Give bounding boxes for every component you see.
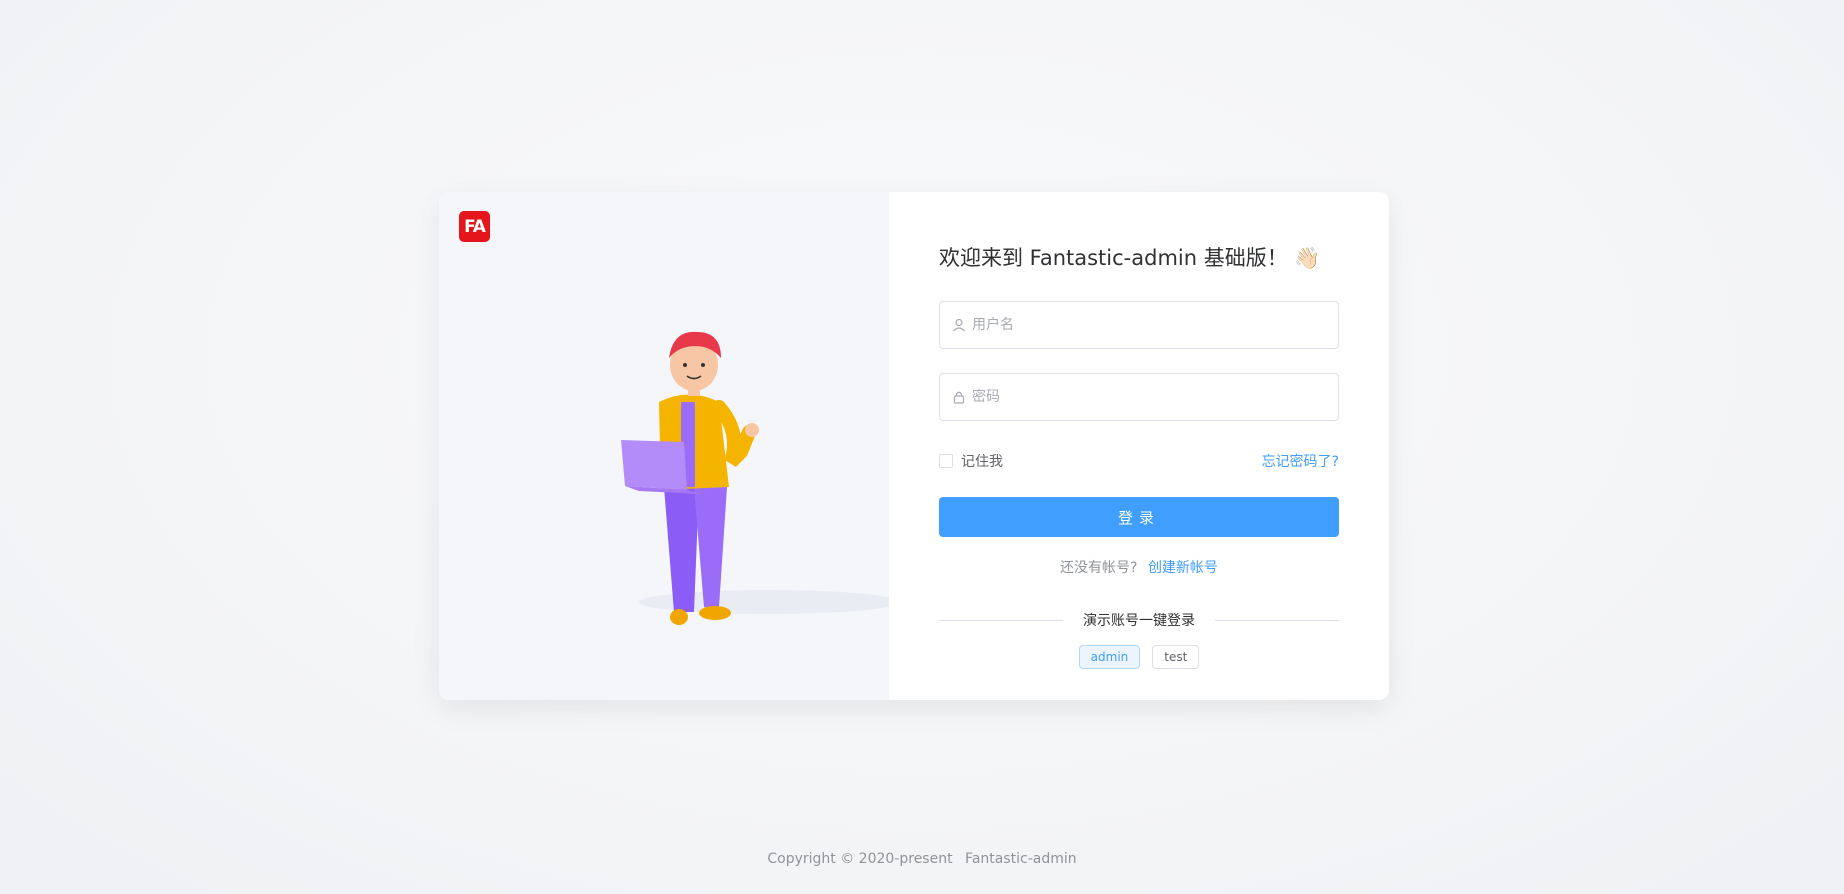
copyright-text: Copyright © 2020-present bbox=[767, 851, 953, 867]
remember-me-checkbox[interactable]: 记住我 bbox=[939, 451, 1003, 471]
demo-account-test[interactable]: test bbox=[1152, 645, 1200, 669]
page-title: 欢迎来到 Fantastic-admin 基础版！ 👋🏻 bbox=[939, 242, 1321, 272]
demo-divider: 演示账号一键登录 bbox=[939, 610, 1339, 630]
register-row: 还没有帐号? 创建新帐号 bbox=[939, 557, 1339, 577]
footer-copyright: Copyright © 2020-present Fantastic-admin bbox=[0, 851, 1844, 867]
demo-divider-label: 演示账号一键登录 bbox=[1083, 613, 1195, 629]
login-card: FA 欢迎来到 Fantastic-admin 基础版！ 👋🏻 用户名 记住我 … bbox=[439, 192, 1389, 700]
demo-account-admin[interactable]: admin bbox=[1078, 645, 1141, 669]
username-input[interactable] bbox=[966, 302, 1326, 348]
password-input[interactable] bbox=[966, 374, 1326, 420]
username-field[interactable] bbox=[939, 301, 1339, 349]
login-form: 欢迎来到 Fantastic-admin 基础版！ 👋🏻 用户名 记住我 忘记密… bbox=[889, 192, 1389, 700]
title-text: 欢迎来到 Fantastic-admin 基础版！ bbox=[939, 246, 1288, 270]
login-button[interactable]: 登录 bbox=[939, 497, 1339, 537]
remember-row: 记住我 忘记密码了? bbox=[939, 451, 1339, 471]
demo-accounts: admin test bbox=[939, 645, 1339, 669]
checkbox-box[interactable] bbox=[939, 454, 953, 468]
divider-line-left bbox=[939, 619, 1063, 621]
brand-logo: FA bbox=[459, 211, 490, 242]
register-link[interactable]: 创建新帐号 bbox=[1148, 560, 1218, 576]
lock-icon bbox=[952, 390, 966, 404]
wave-emoji: 👋🏻 bbox=[1294, 246, 1321, 270]
forgot-password-link[interactable]: 忘记密码了? bbox=[1262, 451, 1339, 471]
no-account-text: 还没有帐号? bbox=[1060, 560, 1138, 576]
remember-me-label: 记住我 bbox=[961, 454, 1003, 470]
user-icon bbox=[952, 318, 966, 332]
footer-brand-link[interactable]: Fantastic-admin bbox=[965, 851, 1077, 867]
logo-text: FA bbox=[464, 216, 486, 237]
password-field[interactable] bbox=[939, 373, 1339, 421]
login-banner: FA bbox=[439, 192, 889, 700]
person-with-laptop-illustration bbox=[621, 331, 889, 625]
divider-line-right bbox=[1215, 619, 1339, 621]
